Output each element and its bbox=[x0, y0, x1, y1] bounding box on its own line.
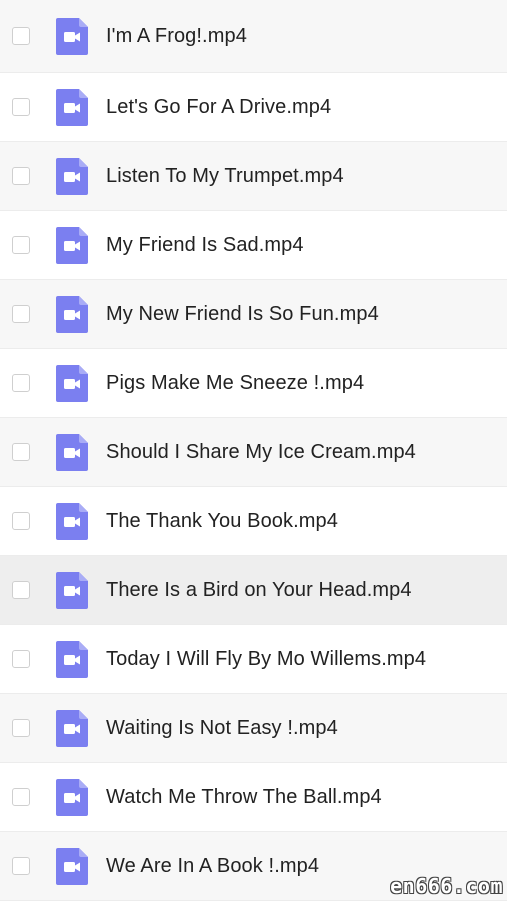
video-file-icon bbox=[56, 709, 88, 747]
file-name[interactable]: Waiting Is Not Easy !.mp4 bbox=[106, 717, 338, 740]
file-name[interactable]: Pigs Make Me Sneeze !.mp4 bbox=[106, 372, 364, 395]
select-checkbox[interactable] bbox=[12, 581, 30, 599]
select-checkbox[interactable] bbox=[12, 719, 30, 737]
video-file-icon bbox=[56, 364, 88, 402]
select-checkbox[interactable] bbox=[12, 650, 30, 668]
file-name[interactable]: Listen To My Trumpet.mp4 bbox=[106, 165, 344, 188]
select-checkbox[interactable] bbox=[12, 98, 30, 116]
video-file-icon bbox=[56, 88, 88, 126]
file-name[interactable]: The Thank You Book.mp4 bbox=[106, 510, 338, 533]
video-file-icon bbox=[56, 640, 88, 678]
video-file-icon bbox=[56, 157, 88, 195]
select-checkbox[interactable] bbox=[12, 236, 30, 254]
file-row[interactable]: Should I Share My Ice Cream.mp4 bbox=[0, 418, 507, 487]
watermark: en666.com bbox=[390, 874, 503, 898]
select-checkbox[interactable] bbox=[12, 167, 30, 185]
select-checkbox[interactable] bbox=[12, 788, 30, 806]
file-row[interactable]: My Friend Is Sad.mp4 bbox=[0, 211, 507, 280]
file-row[interactable]: My New Friend Is So Fun.mp4 bbox=[0, 280, 507, 349]
file-name[interactable]: My Friend Is Sad.mp4 bbox=[106, 234, 304, 257]
select-checkbox[interactable] bbox=[12, 374, 30, 392]
select-checkbox[interactable] bbox=[12, 305, 30, 323]
video-file-icon bbox=[56, 502, 88, 540]
video-file-icon bbox=[56, 17, 88, 55]
file-name[interactable]: Should I Share My Ice Cream.mp4 bbox=[106, 441, 416, 464]
file-row[interactable]: Watch Me Throw The Ball.mp4 bbox=[0, 763, 507, 832]
file-row[interactable]: There Is a Bird on Your Head.mp4 bbox=[0, 556, 507, 625]
video-file-icon bbox=[56, 778, 88, 816]
file-name[interactable]: We Are In A Book !.mp4 bbox=[106, 855, 319, 878]
file-row[interactable]: Today I Will Fly By Mo Willems.mp4 bbox=[0, 625, 507, 694]
file-row[interactable]: Pigs Make Me Sneeze !.mp4 bbox=[0, 349, 507, 418]
file-row[interactable]: Listen To My Trumpet.mp4 bbox=[0, 142, 507, 211]
video-file-icon bbox=[56, 433, 88, 471]
select-checkbox[interactable] bbox=[12, 27, 30, 45]
file-name[interactable]: Today I Will Fly By Mo Willems.mp4 bbox=[106, 648, 426, 671]
file-name[interactable]: There Is a Bird on Your Head.mp4 bbox=[106, 579, 412, 602]
video-file-icon bbox=[56, 847, 88, 885]
video-file-icon bbox=[56, 295, 88, 333]
file-row[interactable]: The Thank You Book.mp4 bbox=[0, 487, 507, 556]
select-checkbox[interactable] bbox=[12, 857, 30, 875]
file-name[interactable]: I'm A Frog!.mp4 bbox=[106, 25, 247, 48]
video-file-icon bbox=[56, 571, 88, 609]
file-name[interactable]: My New Friend Is So Fun.mp4 bbox=[106, 303, 379, 326]
file-list: I'm A Frog!.mp4 Let's Go For A Drive.mp4 L… bbox=[0, 0, 507, 901]
file-row[interactable]: Waiting Is Not Easy !.mp4 bbox=[0, 694, 507, 763]
file-row[interactable]: I'm A Frog!.mp4 bbox=[0, 0, 507, 73]
file-name[interactable]: Let's Go For A Drive.mp4 bbox=[106, 96, 331, 119]
select-checkbox[interactable] bbox=[12, 443, 30, 461]
select-checkbox[interactable] bbox=[12, 512, 30, 530]
file-name[interactable]: Watch Me Throw The Ball.mp4 bbox=[106, 786, 382, 809]
video-file-icon bbox=[56, 226, 88, 264]
file-row[interactable]: Let's Go For A Drive.mp4 bbox=[0, 73, 507, 142]
